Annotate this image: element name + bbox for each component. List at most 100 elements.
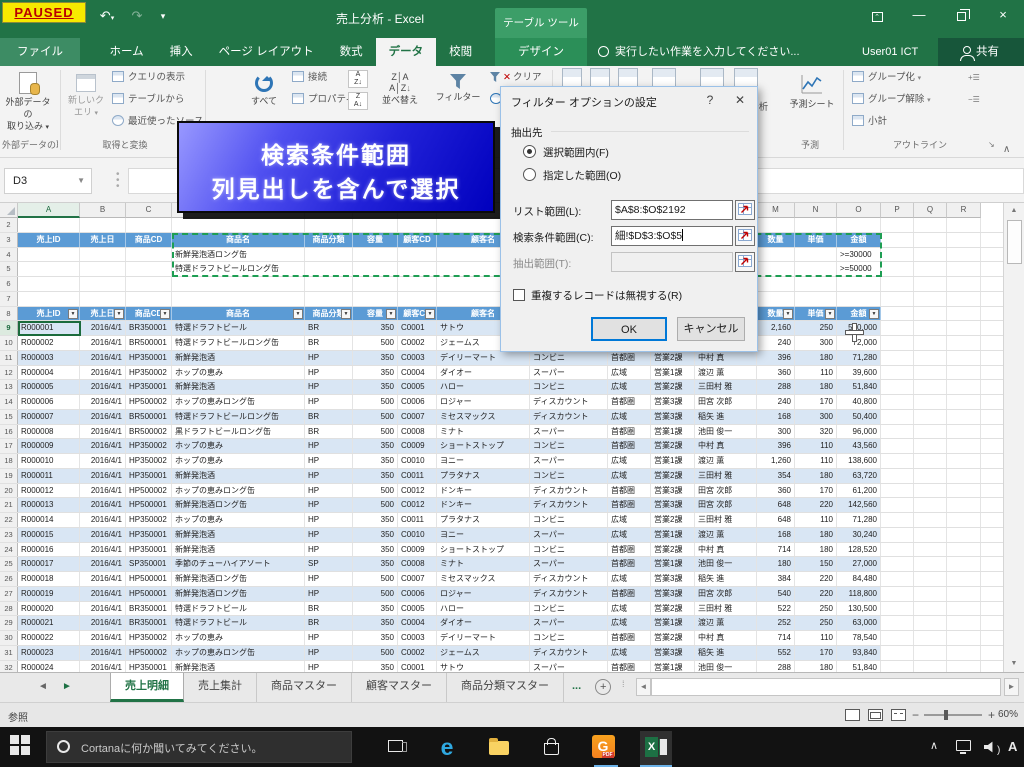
start-button[interactable] xyxy=(10,735,34,759)
grid-cell-G22[interactable]: C0011 xyxy=(398,513,437,527)
grid-cell-R22[interactable] xyxy=(947,513,981,527)
grid-cell-I26[interactable]: ディスカウント xyxy=(530,572,608,586)
list-range-picker-button[interactable] xyxy=(735,200,755,220)
tab-数式[interactable]: 数式 xyxy=(327,38,376,66)
grid-cell-F21[interactable]: 500 xyxy=(353,498,398,512)
grid-cell-O12[interactable]: 39,600 xyxy=(837,366,881,380)
grid-cell-P7[interactable] xyxy=(881,292,914,306)
grid-cell-D28[interactable]: 特選ドラフトビール xyxy=(172,602,305,616)
speaker-icon[interactable]: ) xyxy=(984,741,1000,756)
grid-cell-B19[interactable]: 2016/4/1 xyxy=(80,469,126,483)
grid-cell-I13[interactable]: コンビニ xyxy=(530,380,608,394)
grid-cell-G24[interactable]: C0009 xyxy=(398,543,437,557)
grid-cell-N5[interactable] xyxy=(795,262,837,276)
grid-cell-Q18[interactable] xyxy=(914,454,947,468)
grid-cell-E18[interactable]: HP xyxy=(305,454,353,468)
grid-cell-D25[interactable]: 季節のチューハイアソート xyxy=(172,557,305,571)
zoom-in-icon[interactable]: + xyxy=(988,708,995,722)
column-header-O[interactable]: O xyxy=(837,203,881,218)
grid-cell-J20[interactable]: 首都圏 xyxy=(608,484,651,498)
grid-cell-I25[interactable]: スーパー xyxy=(530,557,608,571)
whatif-analysis-icon[interactable] xyxy=(734,68,758,88)
list-range-input[interactable]: $A$8:$O$2192 xyxy=(611,200,733,220)
grid-cell-A29[interactable]: R000021 xyxy=(18,616,80,630)
grid-cell-B26[interactable]: 2016/4/1 xyxy=(80,572,126,586)
grid-cell-G17[interactable]: C0009 xyxy=(398,439,437,453)
grid-cell-Q24[interactable] xyxy=(914,543,947,557)
grid-cell-O19[interactable]: 63,720 xyxy=(837,469,881,483)
grid-cell-B20[interactable]: 2016/4/1 xyxy=(80,484,126,498)
row-header-32[interactable]: 32 xyxy=(0,661,18,673)
grid-cell-O30[interactable]: 78,540 xyxy=(837,631,881,645)
grid-cell-K19[interactable]: 営業2課 xyxy=(651,469,695,483)
grid-cell-K22[interactable]: 営業2課 xyxy=(651,513,695,527)
criteria-range-picker-button[interactable] xyxy=(735,226,755,246)
grid-cell-J11[interactable]: 首都圏 xyxy=(608,351,651,365)
grid-cell-N2[interactable] xyxy=(795,218,837,232)
grid-cell-O31[interactable]: 93,840 xyxy=(837,646,881,660)
text-to-columns-icon[interactable] xyxy=(562,68,582,88)
sheet-tab-売上集計[interactable]: 売上集計 xyxy=(184,673,257,702)
grid-cell-H19[interactable]: プラタナス xyxy=(437,469,530,483)
grid-cell-B29[interactable]: 2016/4/1 xyxy=(80,616,126,630)
grid-cell-A8[interactable]: ▼売上ID xyxy=(18,307,80,321)
qat-customize-icon[interactable]: ▾ xyxy=(152,6,174,26)
grid-cell-A11[interactable]: R000003 xyxy=(18,351,80,365)
grid-cell-M13[interactable]: 288 xyxy=(757,380,795,394)
column-header-A[interactable]: A xyxy=(18,203,80,218)
grid-cell-R6[interactable] xyxy=(947,277,981,291)
sheet-tabs-overflow[interactable]: ... xyxy=(564,673,589,702)
grid-cell-J26[interactable]: 広域 xyxy=(608,572,651,586)
store-icon[interactable] xyxy=(538,735,564,759)
grid-cell-L14[interactable]: 田宮 次郎 xyxy=(695,395,757,409)
grid-cell-A20[interactable]: R000012 xyxy=(18,484,80,498)
copy-to-picker-button[interactable] xyxy=(735,252,755,272)
grid-cell-B28[interactable]: 2016/4/1 xyxy=(80,602,126,616)
grid-cell-R17[interactable] xyxy=(947,439,981,453)
grid-cell-C24[interactable]: HP350001 xyxy=(126,543,172,557)
grid-cell-P32[interactable] xyxy=(881,661,914,673)
grid-cell-I24[interactable]: コンビニ xyxy=(530,543,608,557)
grid-cell-E12[interactable]: HP xyxy=(305,366,353,380)
grid-cell-E6[interactable] xyxy=(305,277,353,291)
grid-cell-G8[interactable]: ▼顧客CD xyxy=(398,307,437,321)
row-header-29[interactable]: 29 xyxy=(0,616,18,630)
grid-cell-G10[interactable]: C0002 xyxy=(398,336,437,350)
sort-ascending-icon[interactable]: AZ↓ xyxy=(348,70,368,88)
close-button[interactable]: × xyxy=(982,0,1024,30)
grid-cell-I18[interactable]: スーパー xyxy=(530,454,608,468)
grid-cell-D21[interactable]: 新鮮発泡酒ロング缶 xyxy=(172,498,305,512)
grid-cell-H13[interactable]: ハロー xyxy=(437,380,530,394)
row-header-20[interactable]: 20 xyxy=(0,484,18,498)
grid-cell-M26[interactable]: 384 xyxy=(757,572,795,586)
grid-cell-K12[interactable]: 営業1課 xyxy=(651,366,695,380)
grid-cell-C28[interactable]: BR350001 xyxy=(126,602,172,616)
row-header-11[interactable]: 11 xyxy=(0,351,18,365)
grid-cell-K20[interactable]: 営業3課 xyxy=(651,484,695,498)
grid-cell-B17[interactable]: 2016/4/1 xyxy=(80,439,126,453)
grid-cell-B9[interactable]: 2016/4/1 xyxy=(80,321,126,335)
grid-cell-C18[interactable]: HP350002 xyxy=(126,454,172,468)
redo-icon[interactable]: ↷ xyxy=(126,6,148,26)
grid-cell-J17[interactable]: 首都圏 xyxy=(608,439,651,453)
row-header-6[interactable]: 6 xyxy=(0,277,18,291)
grid-cell-Q21[interactable] xyxy=(914,498,947,512)
grid-cell-P22[interactable] xyxy=(881,513,914,527)
grid-cell-P24[interactable] xyxy=(881,543,914,557)
grid-cell-Q14[interactable] xyxy=(914,395,947,409)
column-header-C[interactable]: C xyxy=(126,203,172,218)
grid-cell-N19[interactable]: 180 xyxy=(795,469,837,483)
grid-cell-Q13[interactable] xyxy=(914,380,947,394)
grid-cell-O10[interactable]: 72,000 xyxy=(837,336,881,350)
grid-cell-A14[interactable]: R000006 xyxy=(18,395,80,409)
grid-cell-A6[interactable] xyxy=(18,277,80,291)
grid-cell-E19[interactable]: HP xyxy=(305,469,353,483)
grid-cell-A19[interactable]: R000011 xyxy=(18,469,80,483)
grid-cell-N30[interactable]: 110 xyxy=(795,631,837,645)
row-header-22[interactable]: 22 xyxy=(0,513,18,527)
grid-cell-B12[interactable]: 2016/4/1 xyxy=(80,366,126,380)
column-header-P[interactable]: P xyxy=(881,203,914,218)
grid-cell-L32[interactable]: 池田 俊一 xyxy=(695,661,757,673)
grid-cell-A9[interactable]: R000001 xyxy=(18,321,80,335)
grid-cell-N20[interactable]: 170 xyxy=(795,484,837,498)
